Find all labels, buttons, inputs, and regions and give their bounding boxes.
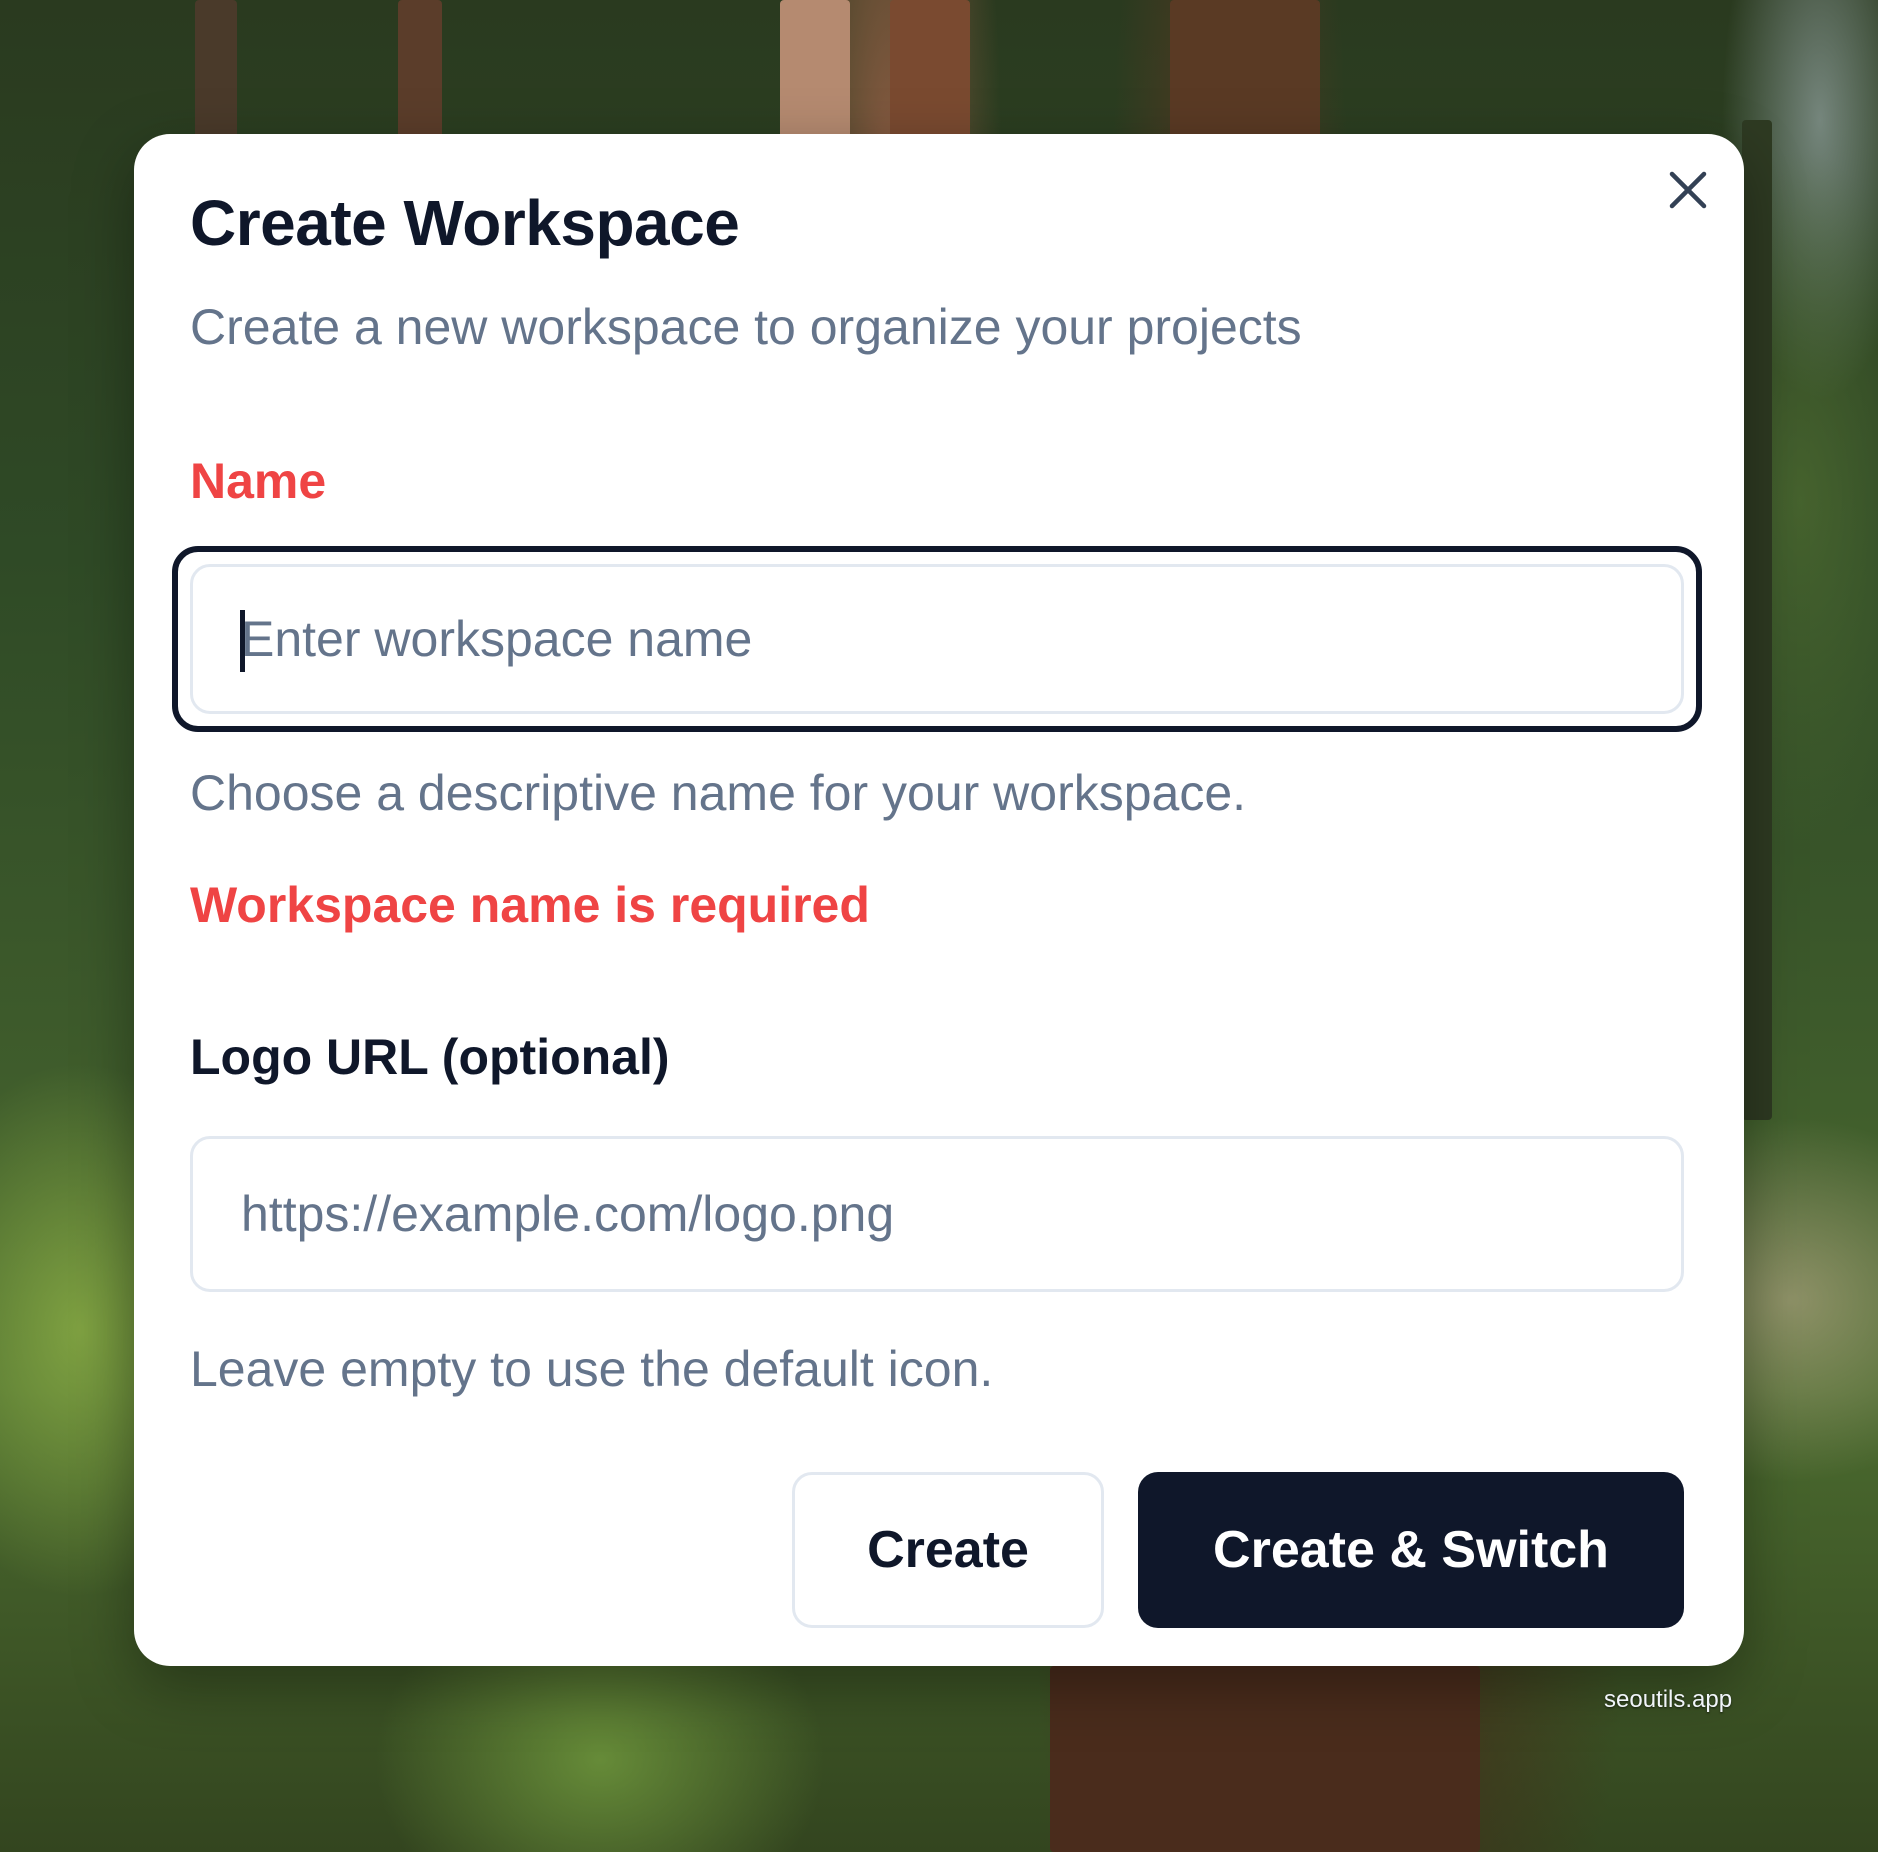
logo-url-input[interactable]: [190, 1136, 1684, 1292]
close-icon: [1669, 171, 1707, 209]
tree-trunk: [780, 0, 850, 140]
dialog-subtitle: Create a new workspace to organize your …: [190, 299, 1302, 355]
name-label: Name: [190, 453, 327, 509]
name-hint: Choose a descriptive name for your works…: [190, 765, 1247, 821]
tree-trunk: [398, 0, 442, 140]
workspace-name-input[interactable]: [190, 564, 1684, 714]
create-and-switch-button[interactable]: Create & Switch: [1138, 1472, 1684, 1628]
watermark: seoutils.app: [1604, 1686, 1733, 1713]
tree-trunk: [1050, 1666, 1480, 1852]
name-error-message: Workspace name is required: [190, 877, 870, 933]
tree-trunk: [890, 0, 970, 140]
logo-url-hint: Leave empty to use the default icon.: [190, 1341, 994, 1397]
text-caret: [240, 610, 245, 672]
tree-trunk: [1742, 120, 1772, 1120]
close-button[interactable]: [1662, 164, 1714, 216]
create-workspace-dialog: Create Workspace Create a new workspace …: [134, 134, 1744, 1666]
tree-trunk: [195, 0, 237, 140]
dialog-title: Create Workspace: [190, 187, 740, 259]
tree-trunk: [1170, 0, 1320, 140]
create-button[interactable]: Create: [792, 1472, 1104, 1628]
logo-url-label: Logo URL (optional): [190, 1029, 670, 1085]
